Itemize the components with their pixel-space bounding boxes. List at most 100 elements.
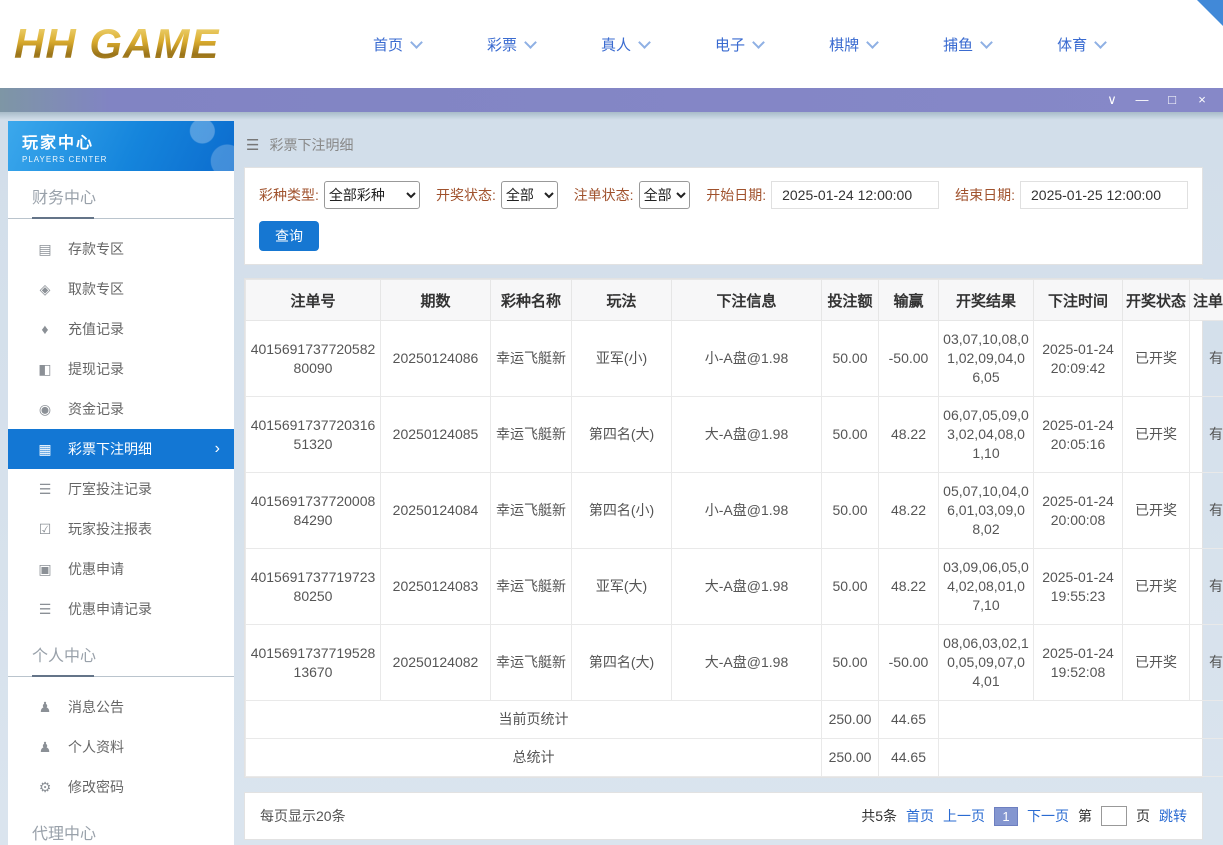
table-cell: 已开奖 bbox=[1122, 320, 1190, 397]
lottery-type-label: 彩种类型: bbox=[259, 187, 319, 203]
summary-label: 总统计 bbox=[245, 738, 822, 777]
table-cell: 小-A盘@1.98 bbox=[671, 320, 822, 397]
summary-row: 当前页统计 250.00 44.65 bbox=[245, 700, 1223, 739]
sidebar-item-player-bet-report[interactable]: ☑ 玩家投注报表 bbox=[8, 509, 234, 549]
table-cell: 50.00 bbox=[821, 624, 879, 701]
maximize-button[interactable]: □ bbox=[1157, 88, 1187, 112]
table-cell: 50.00 bbox=[821, 320, 879, 397]
bets-table: 注单号期数彩种名称玩法下注信息投注额输赢开奖结果下注时间开奖状态注单状态 401… bbox=[245, 279, 1223, 777]
nav-item-chess-cards[interactable]: 棋牌 bbox=[796, 34, 910, 55]
table-cell: 幸运飞艇新 bbox=[490, 472, 572, 549]
column-header: 玩法 bbox=[571, 279, 672, 321]
site-header: HH GAME 首页 彩票 真人 电子 棋牌 捕鱼 体育 bbox=[0, 0, 1223, 88]
nav-item-live[interactable]: 真人 bbox=[568, 34, 682, 55]
start-date-label: 开始日期: bbox=[706, 187, 767, 203]
table-cell: 08,06,03,02,10,05,09,07,04,01 bbox=[938, 624, 1034, 701]
sidebar-item-promo-application[interactable]: ▣ 优惠申请 bbox=[8, 549, 234, 589]
summary-label: 当前页统计 bbox=[245, 700, 822, 739]
sidebar-item-withdrawal-records[interactable]: ◧ 提现记录 bbox=[8, 349, 234, 389]
table-cell: 已开奖 bbox=[1122, 396, 1190, 473]
table-cell: 03,07,10,08,01,02,09,04,06,05 bbox=[938, 320, 1034, 397]
filter-panel: 彩种类型: 全部彩种 开奖状态: 全部 注单状态: 全部 开始日期: 结束日期:… bbox=[244, 167, 1203, 265]
sidebar-item-label: 资金记录 bbox=[68, 401, 124, 417]
sidebar-item-label: 修改密码 bbox=[68, 779, 124, 795]
table-cell: 48.22 bbox=[878, 396, 939, 473]
table-row: 401569173772058280090 20250124086 幸运飞艇新 亚军(… bbox=[245, 320, 1223, 397]
sidebar-item-messages[interactable]: ♟ 消息公告 bbox=[8, 687, 234, 727]
table-cell: 20250124082 bbox=[380, 624, 491, 701]
total-count: 共5条 bbox=[861, 808, 897, 824]
summary-row: 总统计 250.00 44.65 bbox=[245, 738, 1223, 777]
table-cell: 第四名(大) bbox=[571, 396, 672, 473]
sidebar-item-promo-application-records[interactable]: ☰ 优惠申请记录 bbox=[8, 589, 234, 629]
nav-item-lottery[interactable]: 彩票 bbox=[454, 34, 568, 55]
table-cell: 2025-01-24 19:55:23 bbox=[1033, 548, 1123, 625]
deposit-icon: ▤ bbox=[38, 240, 52, 257]
draw-status-select[interactable]: 全部 bbox=[500, 181, 558, 209]
table-cell: 2025-01-24 20:09:42 bbox=[1033, 320, 1123, 397]
nav-item-label: 彩票 bbox=[487, 36, 518, 54]
top-nav: 首页 彩票 真人 电子 棋牌 捕鱼 体育 bbox=[340, 34, 1138, 55]
sidebar-section-personal-center: 个人中心 bbox=[8, 642, 234, 677]
table-cell: 幸运飞艇新 bbox=[490, 320, 572, 397]
table-row: 401569173772031651320 20250124085 幸运飞艇新 第四名… bbox=[245, 396, 1223, 473]
sidebar-item-withdraw-zone[interactable]: ◈ 取款专区 bbox=[8, 269, 234, 309]
funds-record-icon: ◉ bbox=[38, 400, 52, 417]
table-cell: 2025-01-24 19:52:08 bbox=[1033, 624, 1123, 701]
nav-item-sports[interactable]: 体育 bbox=[1024, 34, 1138, 55]
current-page[interactable]: 1 bbox=[994, 806, 1018, 826]
summary-win-loss: 44.65 bbox=[878, 738, 939, 777]
site-logo[interactable]: HH GAME bbox=[14, 20, 314, 68]
minimize-button[interactable]: — bbox=[1127, 88, 1157, 112]
column-header: 注单号 bbox=[245, 279, 381, 321]
sidebar-item-funds-records[interactable]: ◉ 资金记录 bbox=[8, 389, 234, 429]
column-header: 下注信息 bbox=[671, 279, 822, 321]
sidebar: 玩家中心 PLAYERS CENTER 财务中心 ▤ 存款专区 ◈ 取款专区 ♦ 充值记录 ◧… bbox=[8, 121, 234, 845]
window-titlebar: ∨ — □ × bbox=[0, 88, 1223, 112]
search-button[interactable]: 查询 bbox=[259, 221, 319, 251]
order-status-select[interactable]: 全部 bbox=[638, 181, 691, 209]
sidebar-item-recharge-records[interactable]: ♦ 充值记录 bbox=[8, 309, 234, 349]
sidebar-item-label: 优惠申请记录 bbox=[68, 601, 152, 617]
column-header: 期数 bbox=[380, 279, 491, 321]
jump-button[interactable]: 跳转 bbox=[1159, 806, 1187, 826]
sidebar-item-deposit-zone[interactable]: ▤ 存款专区 bbox=[8, 229, 234, 269]
table-cell: 大-A盘@1.98 bbox=[671, 548, 822, 625]
promo-icon: ▣ bbox=[38, 560, 52, 577]
end-date-input[interactable] bbox=[1020, 181, 1188, 209]
chevron-right-icon: › bbox=[214, 440, 220, 457]
lottery-type-select[interactable]: 全部彩种 bbox=[323, 181, 421, 209]
nav-item-label: 体育 bbox=[1057, 36, 1088, 54]
sidebar-item-lottery-bet-details[interactable]: ▦ 彩票下注明细 › bbox=[8, 429, 234, 469]
sidebar-item-hall-bet-records[interactable]: ☰ 厅室投注记录 bbox=[8, 469, 234, 509]
sidebar-item-profile[interactable]: ♟ 个人资料 bbox=[8, 727, 234, 767]
table-cell: 有效 bbox=[1189, 472, 1223, 549]
table-cell: 20250124083 bbox=[380, 548, 491, 625]
filter-row: 彩种类型: 全部彩种 开奖状态: 全部 注单状态: 全部 开始日期: 结束日期: bbox=[259, 181, 1188, 209]
prev-page-link[interactable]: 上一页 bbox=[943, 806, 985, 826]
lottery-bets-icon: ▦ bbox=[38, 440, 52, 457]
end-date-label: 结束日期: bbox=[955, 187, 1015, 203]
column-header: 注单状态 bbox=[1189, 279, 1223, 321]
start-date-input[interactable] bbox=[771, 181, 940, 209]
nav-item-label: 棋牌 bbox=[829, 36, 860, 54]
table-cell: 401569173772000884290 bbox=[245, 472, 381, 549]
table-cell: 48.22 bbox=[878, 548, 939, 625]
report-icon: ☑ bbox=[38, 520, 52, 537]
table-cell: -50.00 bbox=[878, 624, 939, 701]
menu-icon[interactable]: ☰ bbox=[246, 136, 259, 154]
close-button[interactable]: × bbox=[1187, 88, 1217, 112]
collapse-button[interactable]: ∨ bbox=[1097, 88, 1127, 112]
sidebar-item-change-password[interactable]: ⚙ 修改密码 bbox=[8, 767, 234, 807]
first-page-link[interactable]: 首页 bbox=[906, 806, 934, 826]
nav-item-label: 电子 bbox=[715, 36, 746, 54]
nav-item-home[interactable]: 首页 bbox=[340, 34, 454, 55]
nav-item-fishing[interactable]: 捕鱼 bbox=[910, 34, 1024, 55]
next-page-link[interactable]: 下一页 bbox=[1027, 806, 1069, 826]
nav-item-label: 真人 bbox=[601, 36, 632, 54]
sidebar-item-label: 取款专区 bbox=[68, 281, 124, 297]
table-cell: 48.22 bbox=[878, 472, 939, 549]
summary-win-loss: 44.65 bbox=[878, 700, 939, 739]
page-jump-input[interactable] bbox=[1101, 806, 1127, 826]
nav-item-electronic[interactable]: 电子 bbox=[682, 34, 796, 55]
